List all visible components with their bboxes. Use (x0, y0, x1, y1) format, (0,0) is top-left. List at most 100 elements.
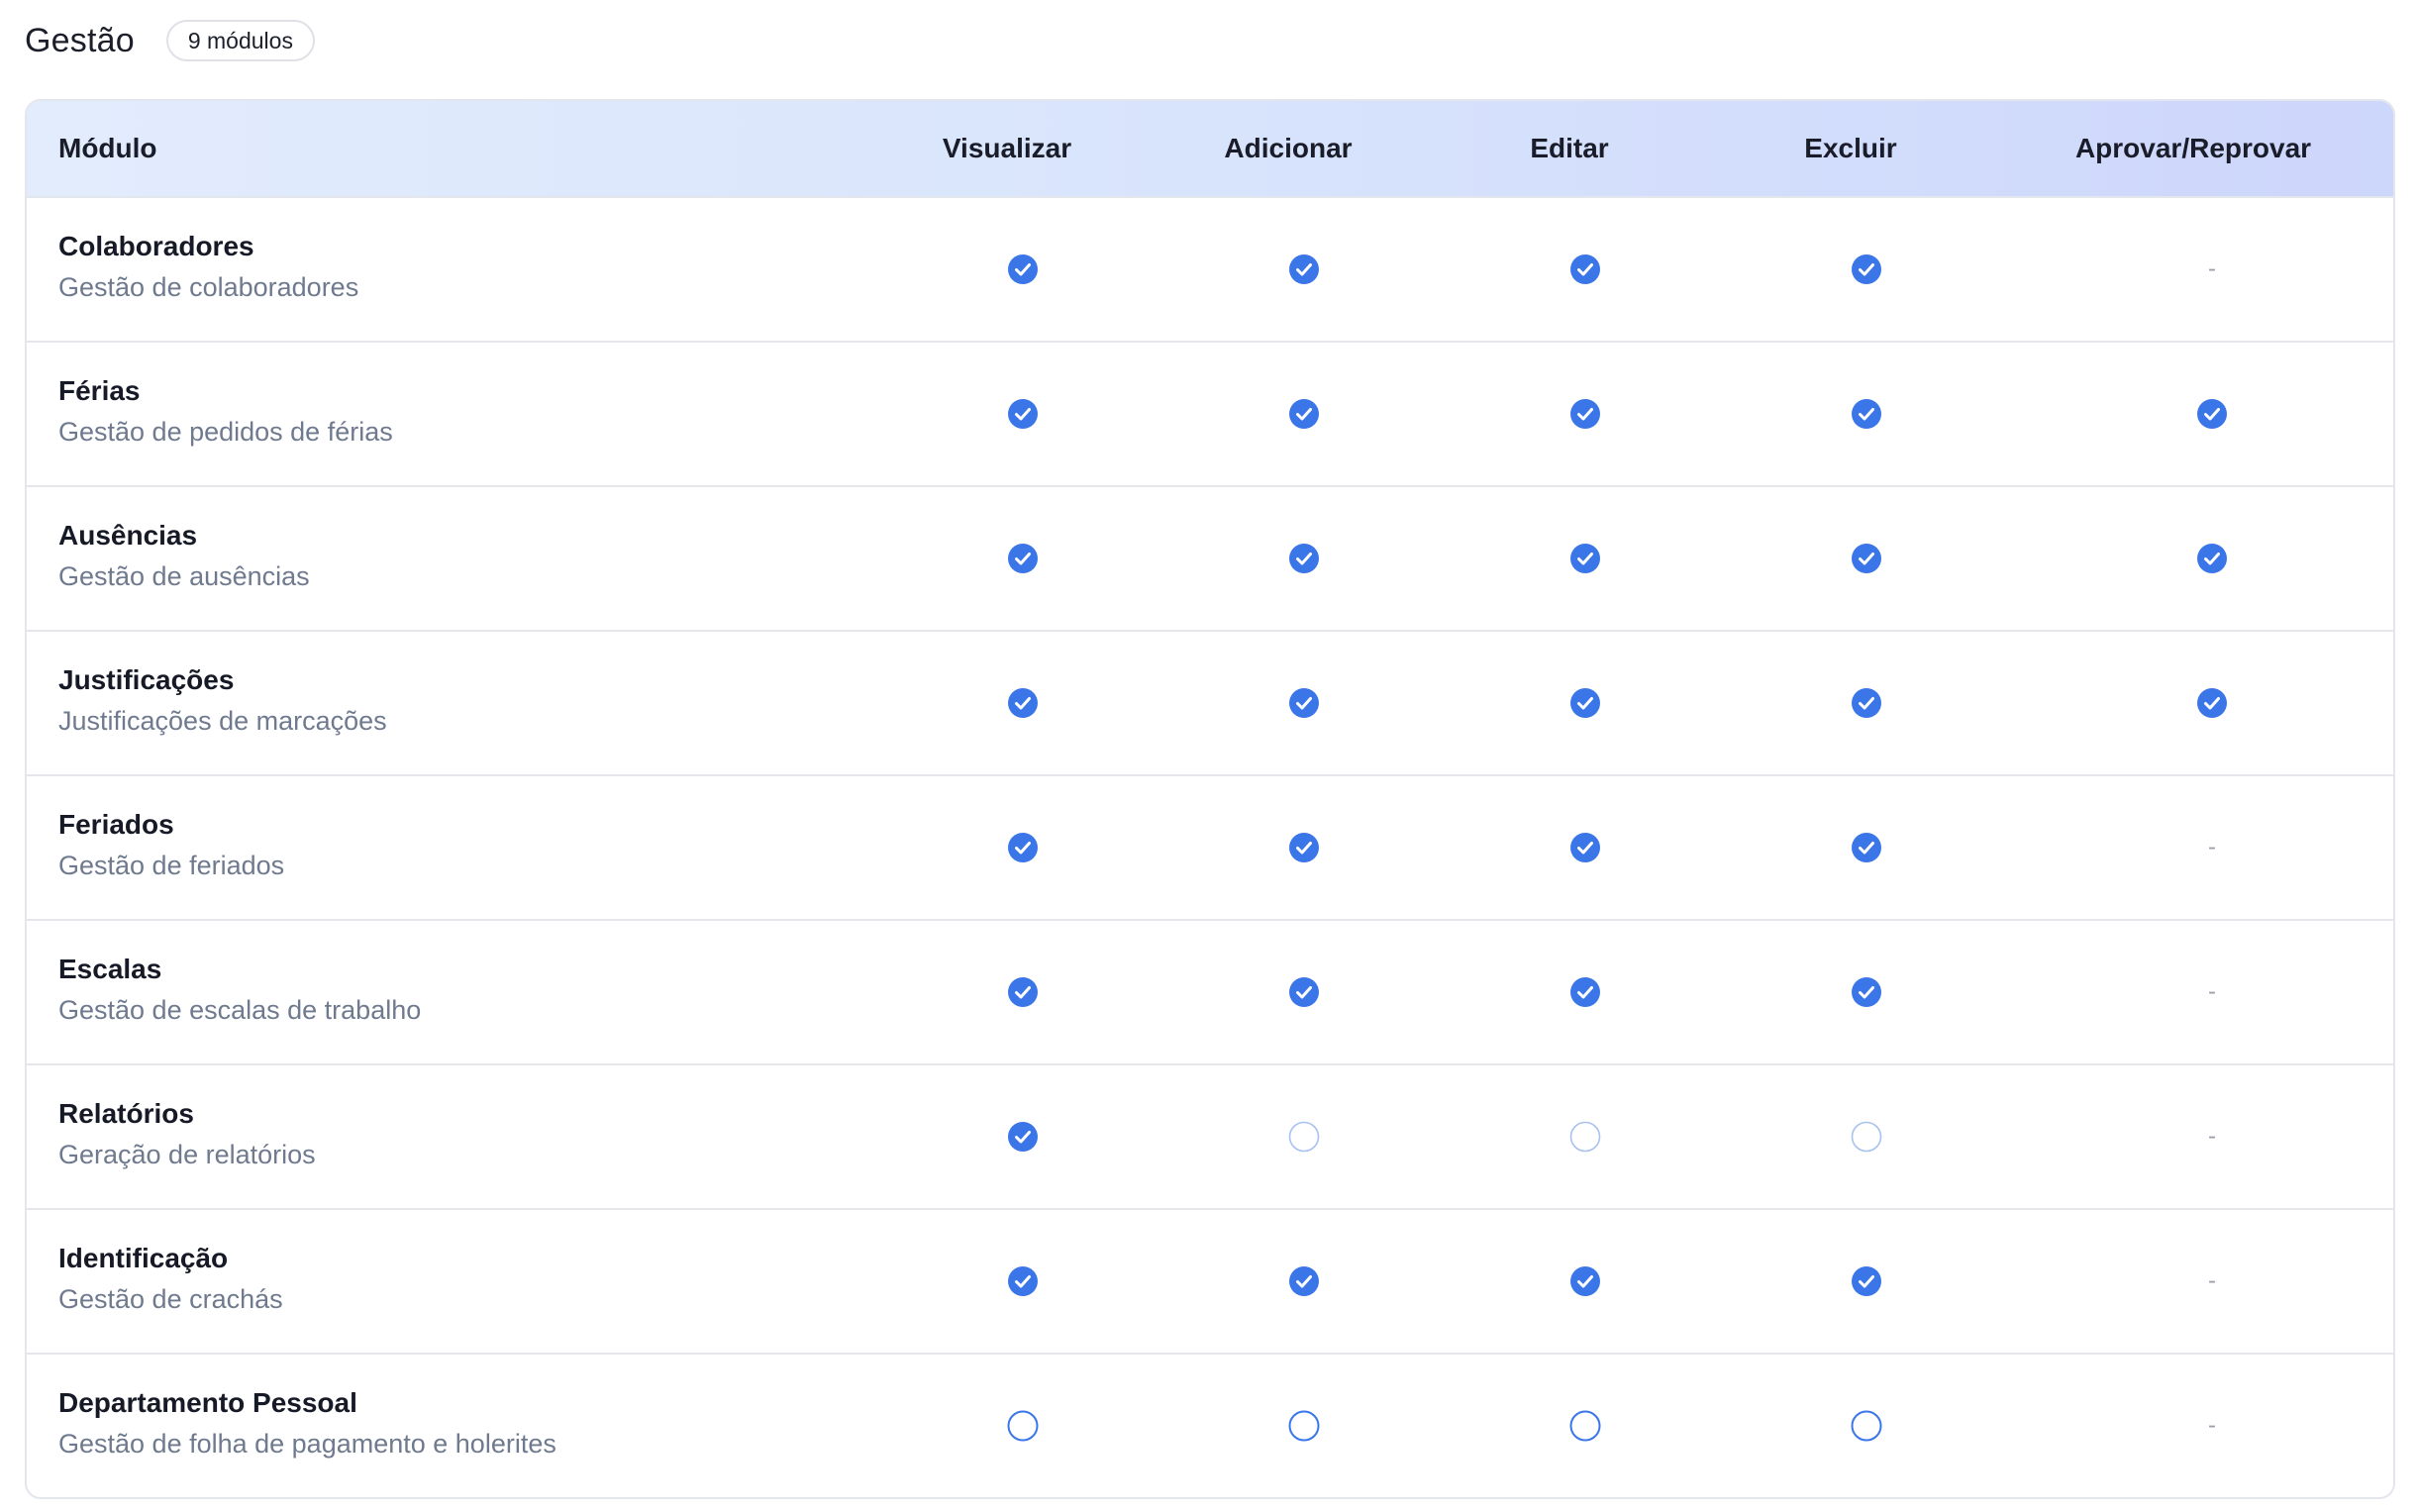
permission-approve-cell[interactable] (2182, 632, 2242, 774)
module-name: Férias (58, 375, 141, 406)
permission-view-cell[interactable] (993, 1210, 1053, 1353)
permission-add-cell[interactable] (1274, 632, 1334, 774)
permission-approve-cell: - (2182, 198, 2242, 341)
table-row: Escalas Gestão de escalas de trabalho - (27, 921, 2393, 1065)
module-description: Geração de relatórios (58, 1140, 316, 1169)
module-name: Departamento Pessoal (58, 1387, 357, 1418)
permission-delete-cell[interactable] (1837, 1210, 1896, 1353)
check-circle-icon[interactable] (2196, 687, 2228, 719)
permission-approve-cell: - (2182, 1355, 2242, 1497)
empty-circle-icon[interactable] (1288, 1410, 1320, 1442)
permission-view-cell[interactable] (993, 632, 1053, 774)
check-circle-icon[interactable] (1569, 253, 1601, 285)
permission-edit-cell[interactable] (1556, 198, 1615, 341)
permission-view-cell[interactable] (993, 776, 1053, 919)
module-name: Escalas (58, 954, 162, 984)
permission-edit-cell[interactable] (1556, 343, 1615, 485)
check-circle-icon[interactable] (1851, 253, 1882, 285)
check-circle-icon[interactable] (1288, 832, 1320, 863)
module-name: Ausências (58, 520, 198, 551)
permission-add-cell[interactable] (1274, 921, 1334, 1063)
module-description: Gestão de folha de pagamento e holerites (58, 1429, 556, 1459)
check-circle-icon[interactable] (1007, 543, 1039, 574)
module-name: Relatórios (58, 1098, 194, 1129)
permission-delete-cell[interactable] (1837, 632, 1896, 774)
check-circle-icon[interactable] (1851, 543, 1882, 574)
permission-add-cell[interactable] (1274, 1355, 1334, 1497)
check-circle-icon[interactable] (1007, 253, 1039, 285)
check-circle-icon[interactable] (2196, 398, 2228, 430)
module-description: Gestão de ausências (58, 561, 310, 591)
check-circle-icon[interactable] (1569, 543, 1601, 574)
empty-circle-icon[interactable] (1007, 1410, 1039, 1442)
permissions-table: Módulo Visualizar Adicionar Editar Exclu… (25, 99, 2395, 1499)
permission-view-cell[interactable] (993, 343, 1053, 485)
section-header: Gestão 9 módulos (25, 18, 315, 63)
check-circle-icon[interactable] (1569, 398, 1601, 430)
module-name: Colaboradores (58, 231, 254, 261)
permission-delete-cell[interactable] (1837, 343, 1896, 485)
not-applicable-dash: - (2208, 1267, 2216, 1294)
table-row: Relatórios Geração de relatórios - (27, 1065, 2393, 1210)
check-circle-icon[interactable] (1288, 398, 1320, 430)
table-row: Identificação Gestão de crachás - (27, 1210, 2393, 1355)
permission-edit-cell[interactable] (1556, 1210, 1615, 1353)
permission-edit-cell[interactable] (1556, 776, 1615, 919)
permission-delete-cell[interactable] (1837, 487, 1896, 630)
check-circle-icon[interactable] (1569, 976, 1601, 1008)
check-circle-icon[interactable] (1288, 543, 1320, 574)
permission-delete-cell[interactable] (1837, 198, 1896, 341)
permission-add-cell[interactable] (1274, 198, 1334, 341)
check-circle-icon[interactable] (1007, 976, 1039, 1008)
permission-view-cell[interactable] (993, 921, 1053, 1063)
table-body: Colaboradores Gestão de colaboradores - Fér… (27, 198, 2393, 1497)
check-circle-icon[interactable] (1569, 832, 1601, 863)
permission-approve-cell[interactable] (2182, 343, 2242, 485)
check-circle-icon[interactable] (2196, 543, 2228, 574)
module-description: Gestão de crachás (58, 1284, 283, 1314)
permission-view-cell[interactable] (993, 1065, 1053, 1208)
check-circle-icon[interactable] (1851, 832, 1882, 863)
not-applicable-dash: - (2208, 978, 2216, 1005)
check-circle-icon[interactable] (1288, 976, 1320, 1008)
permission-edit-cell[interactable] (1556, 487, 1615, 630)
module-name: Identificação (58, 1243, 229, 1273)
check-circle-icon[interactable] (1569, 1265, 1601, 1297)
permission-view-cell[interactable] (993, 198, 1053, 341)
check-circle-icon[interactable] (1851, 976, 1882, 1008)
empty-circle-icon[interactable] (1569, 1410, 1601, 1442)
check-circle-icon[interactable] (1569, 687, 1601, 719)
check-circle-icon[interactable] (1007, 1265, 1039, 1297)
check-circle-icon[interactable] (1007, 398, 1039, 430)
permission-edit-cell[interactable] (1556, 632, 1615, 774)
permission-add-cell[interactable] (1274, 487, 1334, 630)
permission-add-cell[interactable] (1274, 343, 1334, 485)
permission-delete-cell[interactable] (1837, 776, 1896, 919)
column-header-module: Módulo (58, 133, 157, 163)
permission-delete-cell[interactable] (1837, 921, 1896, 1063)
check-circle-icon[interactable] (1288, 1265, 1320, 1297)
permissions-page: Gestão 9 módulos Módulo Visualizar Adici… (0, 0, 2418, 1512)
column-header-delete: Excluir (1804, 133, 1897, 163)
permission-approve-cell[interactable] (2182, 487, 2242, 630)
empty-circle-disabled-icon (1288, 1121, 1320, 1153)
permission-edit-cell[interactable] (1556, 1355, 1615, 1497)
check-circle-icon[interactable] (1007, 687, 1039, 719)
permission-add-cell[interactable] (1274, 776, 1334, 919)
check-circle-icon[interactable] (1007, 832, 1039, 863)
permission-edit-cell[interactable] (1556, 921, 1615, 1063)
permission-view-cell[interactable] (993, 487, 1053, 630)
check-circle-icon[interactable] (1851, 1265, 1882, 1297)
permission-add-cell[interactable] (1274, 1210, 1334, 1353)
check-circle-icon[interactable] (1851, 398, 1882, 430)
section-title: Gestão (25, 21, 135, 59)
check-circle-icon[interactable] (1007, 1121, 1039, 1153)
permission-delete-cell[interactable] (1837, 1355, 1896, 1497)
check-circle-icon[interactable] (1851, 687, 1882, 719)
module-description: Justificações de marcações (58, 706, 387, 736)
empty-circle-icon[interactable] (1851, 1410, 1882, 1442)
check-circle-icon[interactable] (1288, 687, 1320, 719)
permission-view-cell[interactable] (993, 1355, 1053, 1497)
module-description: Gestão de escalas de trabalho (58, 995, 422, 1025)
check-circle-icon[interactable] (1288, 253, 1320, 285)
